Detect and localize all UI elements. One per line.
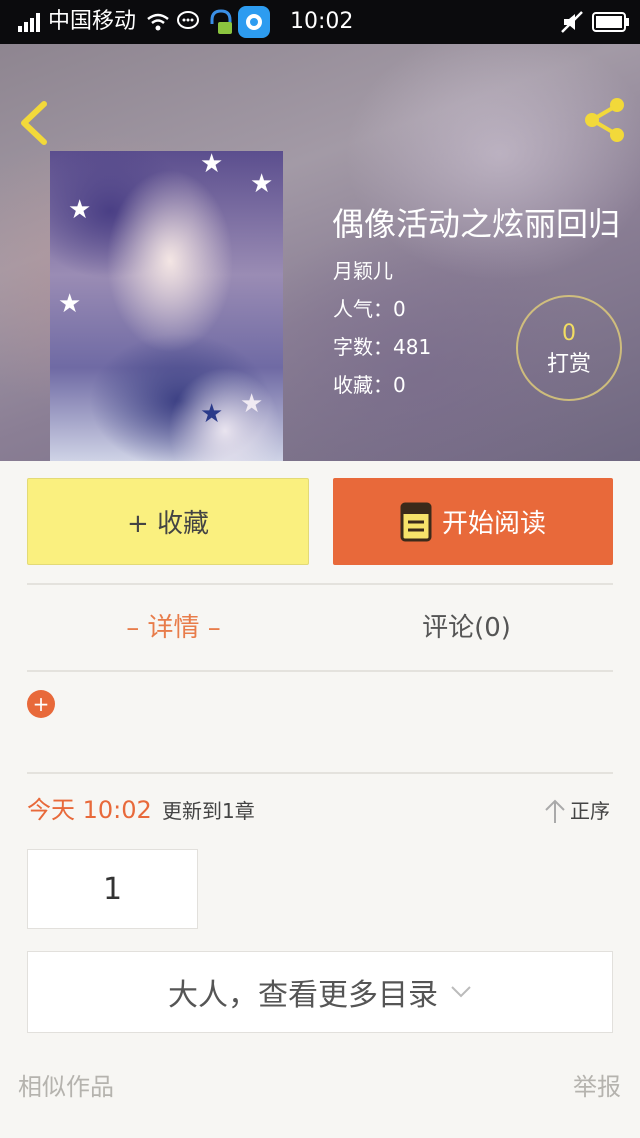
signal-icon [18, 13, 40, 32]
back-icon[interactable] [14, 100, 54, 146]
mute-icon [561, 11, 583, 33]
carrier-name: 中国移动 [48, 9, 137, 34]
expand-description-button[interactable]: + [27, 690, 55, 718]
update-status: 更新到1章 [162, 799, 255, 823]
book-cover-image[interactable]: ★ ★ ★ ★ ★ ★ [50, 151, 283, 461]
app-icon [238, 6, 270, 38]
chapter-item[interactable]: 1 [27, 849, 198, 929]
star-decoration: ★ [68, 195, 92, 225]
divider [27, 583, 613, 585]
report-button[interactable]: 举报 [573, 1070, 621, 1104]
view-more-catalog-button[interactable]: 大人，查看更多目录 [27, 951, 613, 1033]
add-to-favorites-button[interactable]: + 收藏 [27, 478, 309, 565]
book-author[interactable]: 月颖儿 [333, 258, 393, 284]
share-icon[interactable] [580, 96, 628, 144]
arrow-up-icon [545, 799, 565, 823]
sort-order-label: 正序 [570, 799, 610, 823]
reward-button[interactable]: 0 打赏 [516, 295, 622, 401]
stat-popularity: 人气：0 [333, 297, 406, 321]
start-reading-label: 开始阅读 [441, 509, 546, 539]
status-time: 10:02 [290, 9, 354, 34]
chapter-number: 1 [102, 871, 123, 907]
book-header: ★ ★ ★ ★ ★ ★ 偶像活动之炫丽回归 月颖儿 人气：0 字数：481 收藏… [0, 44, 640, 461]
update-time: 今天 10:02 [27, 796, 152, 824]
book-icon [400, 502, 432, 541]
status-bar: 中国移动 10:02 [0, 0, 640, 44]
add-to-favorites-label: + 收藏 [126, 509, 210, 539]
reward-count: 0 [562, 321, 576, 346]
divider [27, 772, 613, 774]
wifi-icon [147, 13, 169, 31]
tab-comments[interactable]: 评论(0) [320, 608, 613, 648]
headset-icon [210, 9, 232, 34]
battery-icon [592, 12, 629, 32]
stat-favorites: 收藏：0 [333, 373, 406, 397]
start-reading-button[interactable]: 开始阅读 [333, 478, 613, 565]
view-more-catalog-label: 大人，查看更多目录 [168, 978, 438, 1013]
star-decoration: ★ [58, 289, 82, 319]
star-decoration: ★ [240, 389, 264, 419]
stat-word-count: 字数：481 [333, 335, 432, 359]
star-decoration: ★ [250, 169, 274, 199]
tab-details[interactable]: – 详情 – [27, 608, 320, 648]
star-decoration: ★ [200, 151, 224, 179]
message-icon [177, 11, 199, 29]
divider [27, 670, 613, 672]
similar-works-heading: 相似作品 [18, 1073, 114, 1101]
book-title: 偶像活动之炫丽回归 [332, 205, 621, 243]
star-decoration: ★ [200, 399, 224, 429]
reward-label: 打赏 [546, 352, 591, 377]
chevron-down-icon [451, 986, 471, 998]
sort-order-button[interactable]: 正序 [544, 796, 610, 826]
